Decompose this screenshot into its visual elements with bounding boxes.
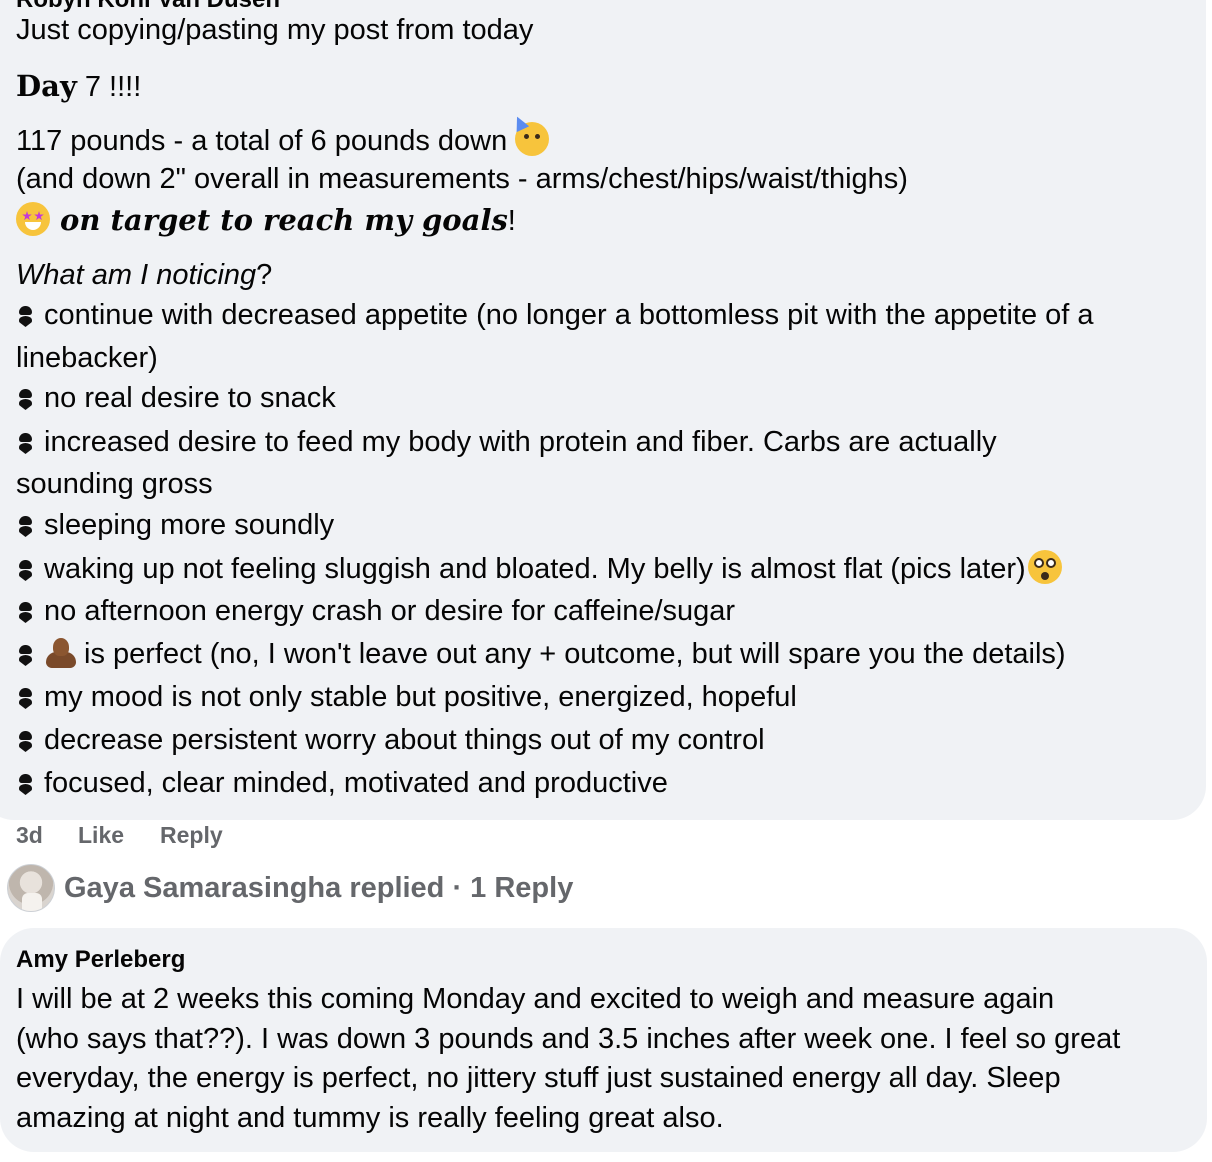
list-item: my mood is not only stable but positive,… xyxy=(16,679,797,715)
reply-button[interactable]: Reply xyxy=(160,822,223,849)
noticing-end: ? xyxy=(256,259,273,291)
heart-exclamation-icon xyxy=(16,684,36,710)
heart-exclamation-icon xyxy=(16,556,36,582)
heart-exclamation-icon xyxy=(16,727,36,753)
pile-of-poo-icon xyxy=(44,636,78,668)
list-item: continue with decreased appetite (no lon… xyxy=(16,297,1094,333)
heart-exclamation-icon xyxy=(16,598,36,624)
comment-text-line: (who says that??). I was down 3 pounds a… xyxy=(16,1022,1121,1055)
comment-weight-line: 117 pounds - a total of 6 pounds down xyxy=(16,122,550,159)
list-item-continuation: linebacker) xyxy=(16,342,158,374)
comment-target-line: on target to reach my goals! xyxy=(16,202,516,239)
comment-day-line: Day 7 !!!! xyxy=(16,68,141,105)
partying-face-icon xyxy=(515,122,550,156)
heart-exclamation-icon xyxy=(16,302,36,328)
heart-exclamation-icon xyxy=(16,770,36,796)
comment-text-line: amazing at night and tummy is really fee… xyxy=(16,1101,724,1134)
list-item: decrease persistent worry about things o… xyxy=(16,722,765,758)
list-item: is perfect (no, I won't leave out any + … xyxy=(16,636,1066,672)
comment-text: I will be at 2 weeks this coming Monday … xyxy=(16,980,1196,1138)
heart-exclamation-icon xyxy=(16,385,36,411)
target-end: ! xyxy=(507,205,516,237)
list-item: no real desire to snack xyxy=(16,380,336,416)
heart-exclamation-icon xyxy=(16,429,36,455)
day-label: Day xyxy=(16,69,77,103)
list-item: focused, clear minded, motivated and pro… xyxy=(16,765,668,801)
weight-text: 117 pounds - a total of 6 pounds down xyxy=(16,125,508,157)
noticing-text: What am I noticing xyxy=(16,259,257,291)
flushed-face-icon xyxy=(1027,550,1062,584)
day-rest: 7 !!!! xyxy=(76,71,142,103)
list-item: no afternoon energy crash or desire for … xyxy=(16,593,735,629)
heart-exclamation-icon xyxy=(16,641,36,667)
avatar[interactable] xyxy=(7,864,55,912)
list-item: waking up not feeling sluggish and bloat… xyxy=(16,550,1062,587)
list-item: sleeping more soundly xyxy=(16,507,334,543)
list-item: increased desire to feed my body with pr… xyxy=(16,424,997,460)
target-text: on target to reach my goals xyxy=(60,203,508,237)
star-struck-icon xyxy=(16,202,50,236)
list-item-continuation: sounding gross xyxy=(16,468,213,500)
comment-text-line: everyday, the energy is perfect, no jitt… xyxy=(16,1062,1061,1094)
heart-exclamation-icon xyxy=(16,512,36,538)
comment-measure-line: (and down 2" overall in measurements - a… xyxy=(16,163,908,195)
comment-text-intro: Just copying/pasting my post from today xyxy=(16,14,534,46)
like-button[interactable]: Like xyxy=(78,822,124,849)
comment-text-line: I will be at 2 weeks this coming Monday … xyxy=(16,983,1055,1015)
comments-page: Robyn Kohl Van Dusen Just copying/pastin… xyxy=(0,0,1212,1162)
view-replies-link[interactable]: Gaya Samarasingha replied · 1 Reply xyxy=(64,872,573,905)
comment-noticing-line: What am I noticing? xyxy=(16,257,272,293)
comment-timestamp[interactable]: 3d xyxy=(16,822,43,849)
comment-author[interactable]: Amy Perleberg xyxy=(16,946,185,974)
